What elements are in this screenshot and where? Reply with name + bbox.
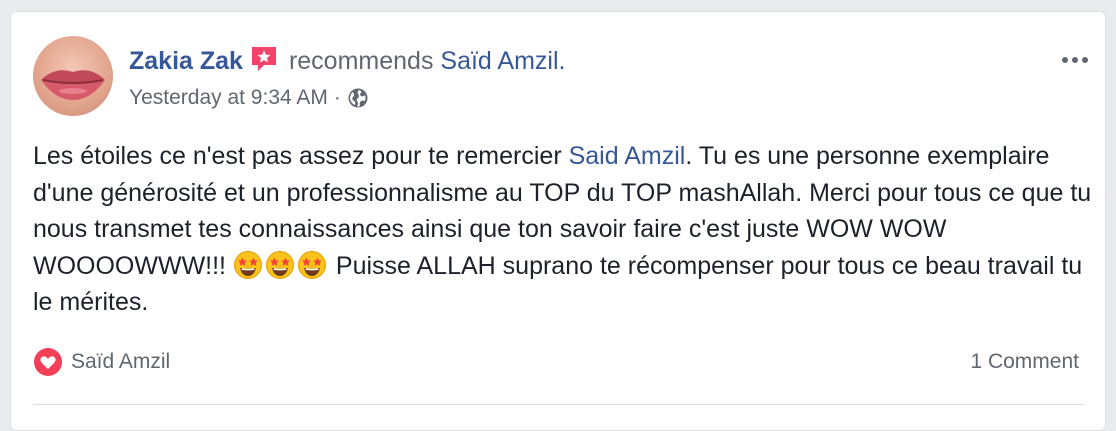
recommended-page-link[interactable]: Saïd Amzil.: [440, 47, 565, 76]
reactions-summary[interactable]: Saïd Amzil: [33, 347, 170, 377]
ellipsis-icon: [1062, 57, 1088, 63]
post-action: recommends: [288, 46, 434, 75]
timestamp[interactable]: Yesterday at 9:34 AM: [129, 86, 328, 110]
post-body-text: Les étoiles ce n'est pas assez pour te r…: [33, 142, 569, 170]
star-struck-emoji: [297, 250, 327, 280]
reactor-name: Saïd Amzil: [71, 350, 171, 373]
star-struck-emoji: [265, 250, 295, 280]
post-meta: Yesterday at 9:34 AM ·: [129, 84, 369, 112]
recommendation-star-icon: [249, 44, 279, 74]
post-header: Zakia Zak recommends Saïd Amzil.: [129, 44, 565, 78]
comment-count-link[interactable]: 1 Comment: [970, 347, 1079, 377]
recommendation-post: Zakia Zak recommends Saïd Amzil. Yesterd…: [10, 11, 1106, 431]
more-options-button[interactable]: [1057, 48, 1093, 72]
globe-icon[interactable]: [347, 87, 369, 109]
avatar[interactable]: [33, 36, 113, 116]
author-name[interactable]: Zakia Zak: [129, 47, 243, 76]
star-struck-emoji: [233, 250, 263, 280]
mention-link[interactable]: Said Amzil: [569, 142, 686, 170]
post-body: Les étoiles ce n'est pas assez pour te r…: [33, 138, 1093, 321]
heart-icon: [33, 347, 63, 377]
meta-separator: ·: [333, 86, 341, 109]
divider: [33, 404, 1083, 405]
